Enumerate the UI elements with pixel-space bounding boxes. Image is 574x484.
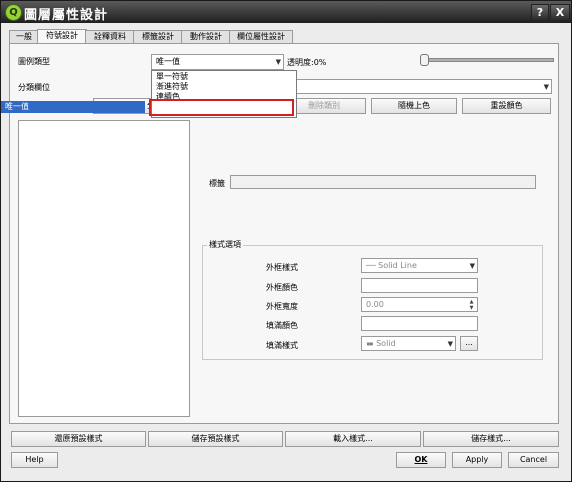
fill-color-label: 填滿顏色 [266,321,298,330]
classify-field-label: 分類欄位 [18,83,50,92]
title-help-button[interactable]: ? [531,4,549,21]
classify-field-combo[interactable]: ▼ [296,79,552,94]
outline-width-stepper[interactable]: 0.00 ▲ ▼ [361,297,478,312]
tab-labels[interactable]: 標籤設計 [133,30,183,43]
legend-type-value: 唯一值 [156,57,180,66]
window-title: 圖層屬性設計 [24,8,109,23]
chevron-down-icon: ▼ [543,83,549,91]
help-button[interactable]: Help [11,452,58,468]
fill-style-label: 填滿樣式 [266,341,298,350]
fill-style-more-button[interactable]: ... [460,336,478,351]
transparency-slider[interactable] [425,58,554,62]
chevron-down-icon: ▼ [447,340,453,348]
tab-attributes[interactable]: 欄位屬性設計 [229,30,293,43]
legend-type-label: 圖例類型 [18,57,50,66]
tab-actions[interactable]: 動作設計 [181,30,231,43]
annotation-highlight-box [149,99,294,116]
reset-colors-button[interactable]: 重設顏色 [462,98,551,114]
outline-width-label: 外框寬度 [266,302,298,311]
tab-general[interactable]: 一般 [9,30,39,43]
restore-default-style-button[interactable]: 還原預設樣式 [11,431,146,447]
fill-style-value: ▬ Solid [366,339,396,348]
random-colors-button[interactable]: 隨機上色 [371,98,457,114]
title-bar[interactable]: Q 圖層屬性設計 ? X [1,1,571,23]
outline-style-combo[interactable]: ── Solid Line ▼ [361,258,478,273]
load-style-button[interactable]: 載入樣式... [285,431,421,447]
dropdown-option-unique-value[interactable]: 唯一值 [1,101,145,113]
save-style-button[interactable]: 儲存樣式... [423,431,559,447]
cancel-button[interactable]: Cancel [508,452,559,468]
class-list[interactable] [18,120,190,417]
outline-color-button[interactable] [361,278,478,293]
apply-button[interactable]: Apply [452,452,502,468]
fill-style-combo[interactable]: ▬ Solid ▼ [361,336,456,351]
ok-button[interactable]: OK [396,452,446,468]
fill-color-button[interactable] [361,316,478,331]
outline-width-value: 0.00 [366,300,384,309]
transparency-label: 透明度:0% [287,58,327,67]
spin-arrows-icon[interactable]: ▲ ▼ [467,299,476,311]
outline-style-label: 外框樣式 [266,263,298,272]
outline-color-label: 外框顏色 [266,283,298,292]
dropdown-option-graduated[interactable]: 漸進符號 [156,82,188,91]
transparency-slider-handle[interactable] [420,54,429,66]
label-input[interactable] [230,175,536,189]
close-button[interactable]: X [550,4,570,21]
qgis-logo-icon: Q [5,4,22,21]
save-default-style-button[interactable]: 儲存預設樣式 [148,431,283,447]
dropdown-option-single-symbol[interactable]: 單一符號 [156,72,188,81]
chevron-down-icon: ▼ [275,58,281,66]
tab-symbology[interactable]: 符號設計 [37,29,87,44]
style-options-title: 樣式選項 [207,239,243,250]
label-field-label: 標籤 [209,179,225,188]
legend-type-combo[interactable]: 唯一值 ▼ [151,54,284,70]
chevron-down-icon: ▼ [469,262,475,270]
tab-metadata[interactable]: 詮釋資料 [85,30,135,43]
outline-style-value: ── Solid Line [366,261,417,270]
